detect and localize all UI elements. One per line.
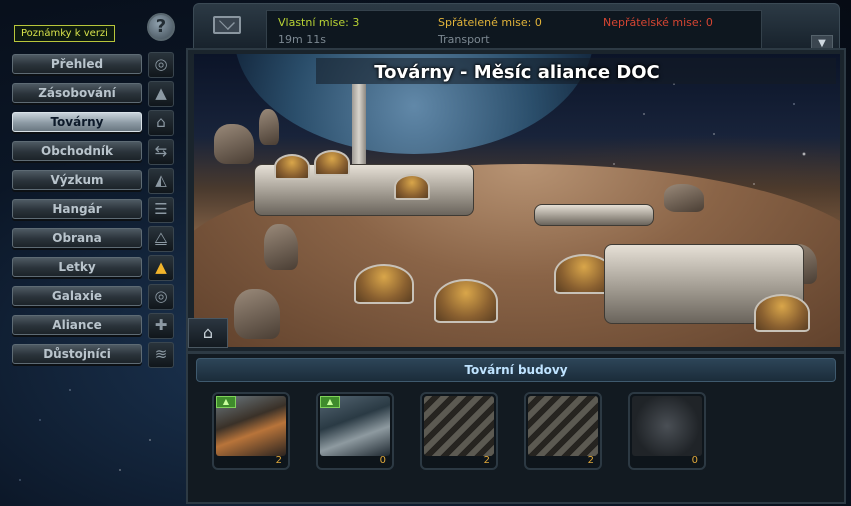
main-nav: Přehled ◎ Zásobování ▲ Továrny ⌂ Obchodník ⇆ Výz… xyxy=(12,52,178,373)
supply-icon[interactable]: ▲ xyxy=(148,81,174,107)
nav-row: Továrny ⌂ xyxy=(12,110,178,141)
building-count: 2 xyxy=(275,455,282,466)
galaxy-icon[interactable]: ◎ xyxy=(148,284,174,310)
own-missions-count[interactable]: Vlastní mise: 3 xyxy=(278,16,359,29)
upgrade-available-icon: ▲ xyxy=(216,396,236,408)
alliance-icon[interactable]: ✚ xyxy=(148,313,174,339)
building-count: 2 xyxy=(587,455,594,466)
panel-title: Tovární budovy xyxy=(196,358,836,382)
nav-item-obchodník[interactable]: Obchodník xyxy=(12,141,142,161)
factory-dome xyxy=(434,279,498,323)
nav-item-výzkum[interactable]: Výzkum xyxy=(12,170,142,190)
nav-item-důstojníci[interactable]: Důstojníci xyxy=(12,344,142,364)
building-thumbnail xyxy=(632,396,702,456)
nav-item-galaxie[interactable]: Galaxie xyxy=(12,286,142,306)
nav-row: Letky ▲ xyxy=(12,255,178,286)
factory-building-card[interactable]: 2 xyxy=(524,392,602,470)
nav-item-letky[interactable]: Letky xyxy=(12,257,142,277)
mission-bar: Vlastní mise: 3 Spřátelené mise: 0 Nepřá… xyxy=(193,3,840,53)
rock xyxy=(664,184,704,212)
rock xyxy=(259,109,279,145)
nav-row: Obchodník ⇆ xyxy=(12,139,178,170)
building-count: 2 xyxy=(483,455,490,466)
page-title: Továrny - Měsíc aliance DOC xyxy=(374,62,660,83)
nav-row: Obrana ⧋ xyxy=(12,226,178,257)
hangar-icon[interactable]: ☰ xyxy=(148,197,174,223)
factory-building-card[interactable]: ▲ 0 xyxy=(316,392,394,470)
trade-icon[interactable]: ⇆ xyxy=(148,139,174,165)
mission-type: Transport xyxy=(438,33,490,46)
nav-item-aliance[interactable]: Aliance xyxy=(12,315,142,335)
building-thumbnail xyxy=(424,396,494,456)
nav-row: Důstojníci ≋ xyxy=(12,342,178,373)
nav-row: Výzkum ◭ xyxy=(12,168,178,199)
factory-dome xyxy=(394,174,430,200)
officers-icon[interactable]: ≋ xyxy=(148,342,174,368)
enemy-missions-count[interactable]: Nepřátelské mise: 0 xyxy=(603,16,713,29)
upgrade-available-icon: ▲ xyxy=(320,396,340,408)
friendly-missions-count[interactable]: Spřátelené mise: 0 xyxy=(438,16,542,29)
mail-icon[interactable] xyxy=(213,16,241,34)
factory-dome xyxy=(274,154,310,180)
nav-row: Zásobování ▲ xyxy=(12,81,178,112)
building-count: 0 xyxy=(691,455,698,466)
factory-building-card[interactable]: 2 xyxy=(420,392,498,470)
overview-icon[interactable]: ◎ xyxy=(148,52,174,78)
scene-frame: Továrny - Měsíc aliance DOC ⌂ xyxy=(186,48,846,353)
help-icon[interactable]: ? xyxy=(147,13,175,41)
nav-item-zásobování[interactable]: Zásobování xyxy=(12,83,142,103)
nav-item-hangár[interactable]: Hangár xyxy=(12,199,142,219)
connector-tube xyxy=(534,204,654,226)
moon-base-scene: Továrny - Měsíc aliance DOC xyxy=(194,54,840,347)
factory-building-card[interactable]: 0 xyxy=(628,392,706,470)
factory-dome xyxy=(354,264,414,304)
factory-dome xyxy=(314,150,350,176)
nav-row: Přehled ◎ xyxy=(12,52,178,83)
nav-row: Hangár ☰ xyxy=(12,197,178,228)
defense-icon[interactable]: ⧋ xyxy=(148,226,174,252)
nav-item-továrny[interactable]: Továrny xyxy=(12,112,142,132)
factory-building-card[interactable]: ▲ 2 xyxy=(212,392,290,470)
research-icon[interactable]: ◭ xyxy=(148,168,174,194)
nav-item-přehled[interactable]: Přehled xyxy=(12,54,142,74)
rock xyxy=(234,289,280,339)
rock xyxy=(264,224,298,270)
factory-icon: ⌂ xyxy=(188,318,228,348)
factory-dome xyxy=(754,294,810,332)
mission-timer: 19m 11s xyxy=(278,33,326,46)
fleet-icon[interactable]: ▲ xyxy=(148,255,174,281)
factory-buildings-panel: Tovární budovy ▲ 2 ▲ 0 2 2 0 xyxy=(186,352,846,504)
building-count: 0 xyxy=(379,455,386,466)
nav-row: Aliance ✚ xyxy=(12,313,178,344)
version-notes-button[interactable]: Poznámky k verzi xyxy=(14,25,115,42)
building-thumbnail xyxy=(528,396,598,456)
rock xyxy=(214,124,254,164)
nav-item-obrana[interactable]: Obrana xyxy=(12,228,142,248)
factory-icon[interactable]: ⌂ xyxy=(148,110,174,136)
nav-row: Galaxie ◎ xyxy=(12,284,178,315)
mission-summary: Vlastní mise: 3 Spřátelené mise: 0 Nepřá… xyxy=(266,10,833,53)
